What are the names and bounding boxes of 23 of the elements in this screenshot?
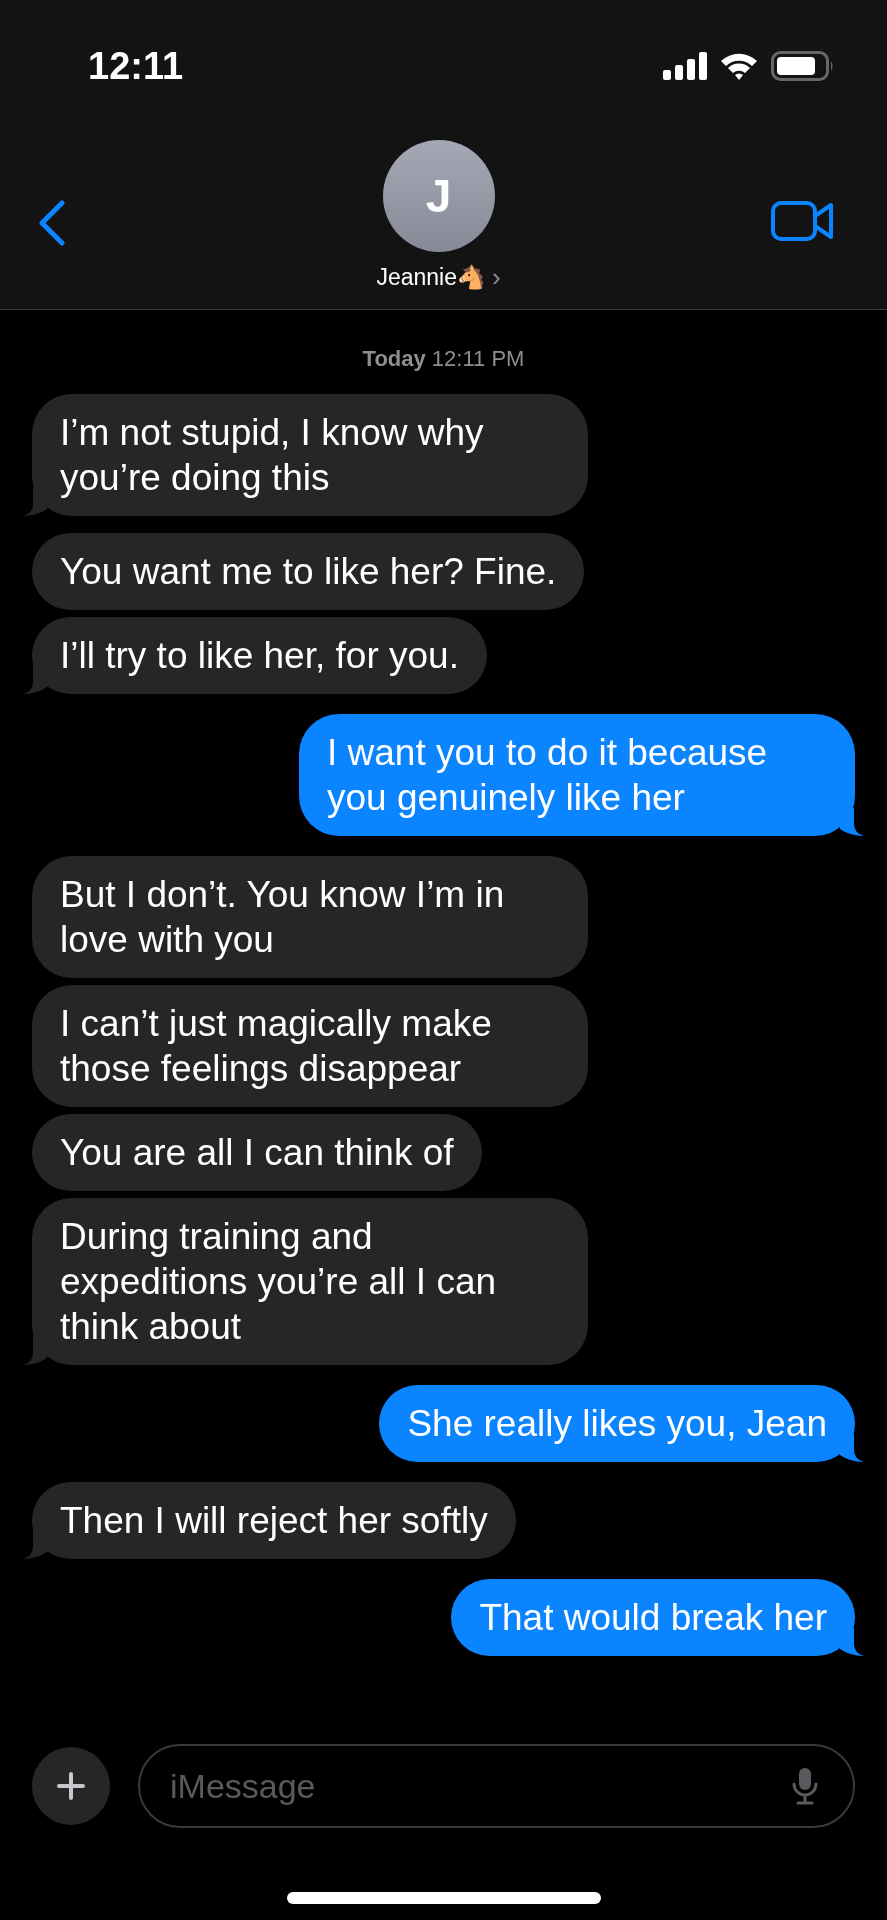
message-bubble: But I don’t. You know I’m in love with you xyxy=(32,856,588,978)
battery-icon xyxy=(771,51,835,81)
message-bubble: During training and expeditions you’re all I can think about xyxy=(32,1198,588,1365)
message-bubble: I can’t just magically make those feelings disappear xyxy=(32,985,588,1107)
signal-icon xyxy=(663,52,707,80)
message-bubble: I’m not stupid, I know why you’re doing this xyxy=(32,394,588,516)
chevron-icon[interactable]: › xyxy=(491,262,501,293)
message-bubble: That would break her xyxy=(451,1579,855,1656)
status-time: 12:11 xyxy=(88,44,184,88)
message-input-field[interactable]: iMessage xyxy=(138,1744,855,1828)
message-bubble: I’ll try to like her, for you. xyxy=(32,617,487,694)
wifi-icon xyxy=(719,51,759,81)
video-call-icon[interactable] xyxy=(771,200,835,242)
message-bubble: You want me to like her? Fine. xyxy=(32,533,585,610)
message-bubble: Then I will reject her softly xyxy=(32,1482,516,1559)
microphone-icon[interactable] xyxy=(791,1766,819,1806)
timestamp: Today 12:11 PM xyxy=(361,346,526,372)
message-bubble: You are all I can think of xyxy=(32,1114,482,1191)
message-bubble: I want you to do it because you genuinely like her xyxy=(299,714,855,836)
back-icon[interactable] xyxy=(38,200,66,246)
message-bubble: She really likes you, Jean xyxy=(379,1385,855,1462)
contact-name[interactable]: Jeannie🐴 xyxy=(376,264,486,291)
plus-icon xyxy=(56,1771,86,1801)
